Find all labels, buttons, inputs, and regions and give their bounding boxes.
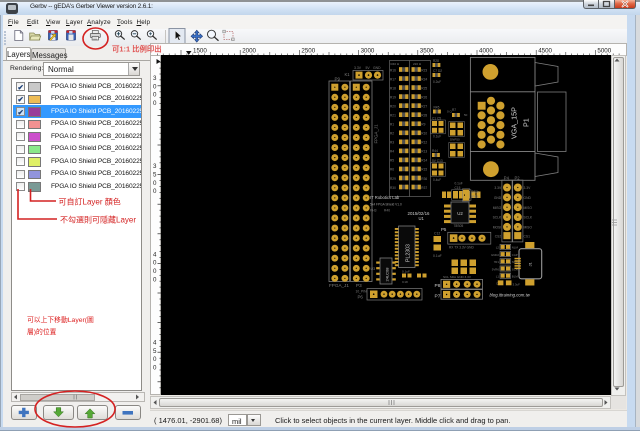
- svg-text:不勾選則可隱藏Layer: 不勾選則可隱藏Layer: [60, 215, 136, 225]
- svg-text:可1:1 比例印出: 可1:1 比例印出: [112, 45, 162, 54]
- svg-text:可自訂Layer 顏色: 可自訂Layer 顏色: [59, 197, 121, 207]
